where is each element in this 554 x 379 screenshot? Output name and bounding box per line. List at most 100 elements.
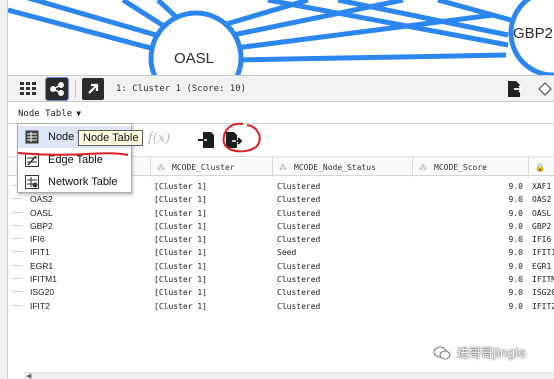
- table-panel-title: Node Table: [18, 109, 73, 119]
- cell-score[interactable]: 9.0: [413, 286, 523, 299]
- table-row[interactable]: EGR1 [Cluster 1] Clustered 9.0 EGR1: [8, 260, 554, 273]
- cell-name[interactable]: IFIT2: [30, 300, 150, 313]
- red-underline-annotation: [17, 152, 129, 156]
- cell-cluster[interactable]: [Cluster 1]: [154, 273, 272, 286]
- cell-cluster[interactable]: [Cluster 1]: [154, 207, 272, 220]
- row-handle: [12, 211, 22, 215]
- cell-score[interactable]: 9.0: [413, 220, 523, 233]
- menu-item-network-table[interactable]: Network Table: [18, 171, 131, 193]
- column-type-icon: ⁂: [157, 162, 165, 172]
- function-builder-button[interactable]: f(x): [148, 131, 170, 146]
- cell-shared-name[interactable]: XAF1: [532, 180, 554, 193]
- row-handle: [12, 291, 22, 294]
- edges: [8, 0, 531, 63]
- export-network-button[interactable]: [504, 78, 526, 100]
- row-handle: [12, 264, 22, 268]
- column-header-mcode-cluster[interactable]: ⁂ MCODE_Cluster: [150, 157, 272, 177]
- menu-item-label: Network Table: [48, 176, 118, 188]
- cell-score[interactable]: 9.0: [413, 193, 523, 206]
- cell-status[interactable]: Clustered: [277, 220, 409, 233]
- cell-status[interactable]: Clustered: [277, 300, 409, 313]
- cell-score[interactable]: 9.0: [413, 260, 523, 273]
- scroll-left-icon[interactable]: ◀: [26, 372, 31, 379]
- column-header-lock[interactable]: 🔒: [528, 157, 554, 177]
- expand-button[interactable]: [534, 78, 554, 100]
- table-row[interactable]: ISG20 [Cluster 1] Clustered 9.0 ISG20: [8, 286, 554, 299]
- cell-shared-name[interactable]: OASL: [532, 207, 554, 220]
- cell-score[interactable]: 9.0: [413, 273, 523, 286]
- cell-name[interactable]: OAS2: [30, 193, 150, 206]
- cell-score[interactable]: 9.0: [413, 246, 523, 259]
- cell-shared-name[interactable]: IFIT2: [532, 300, 554, 313]
- cell-score[interactable]: 9.0: [413, 233, 523, 246]
- row-handle: [12, 304, 22, 308]
- cell-shared-name[interactable]: GBP2: [532, 220, 554, 233]
- network-table-icon: [25, 175, 39, 189]
- cell-status[interactable]: Clustered: [277, 260, 409, 273]
- cell-name[interactable]: ISG20: [30, 286, 150, 299]
- cell-shared-name[interactable]: IFIT1: [532, 246, 554, 259]
- table-row[interactable]: IFIT1 [Cluster 1] Seed 9.0 IFIT1: [8, 246, 554, 259]
- gbp2-node-label[interactable]: GBP2: [513, 25, 553, 42]
- cell-cluster[interactable]: [Cluster 1]: [154, 233, 272, 246]
- cell-status[interactable]: Clustered: [277, 180, 409, 193]
- cell-status[interactable]: Clustered: [277, 233, 409, 246]
- table-row[interactable]: IFITM1 [Cluster 1] Clustered 9.0 IFITM: [8, 273, 554, 286]
- cell-cluster[interactable]: [Cluster 1]: [154, 193, 272, 206]
- cell-status[interactable]: Clustered: [277, 207, 409, 220]
- node-table-icon: [25, 130, 39, 144]
- cell-shared-name[interactable]: EGR1: [532, 260, 554, 273]
- row-handle: [12, 198, 22, 201]
- table-row[interactable]: OAS2 [Cluster 1] Clustered 9.0 OAS2: [8, 193, 554, 206]
- cell-cluster[interactable]: [Cluster 1]: [154, 260, 272, 273]
- cell-status[interactable]: Seed: [277, 246, 409, 259]
- cell-status[interactable]: Clustered: [277, 286, 409, 299]
- row-handle: [12, 224, 22, 228]
- cell-name[interactable]: IFI6: [30, 233, 150, 246]
- table-panel-tab[interactable]: Node Table ▼: [18, 109, 81, 119]
- cell-status[interactable]: Clustered: [277, 273, 409, 286]
- network-canvas[interactable]: OASL GBP2: [8, 0, 554, 75]
- grid-view-button[interactable]: [17, 78, 39, 100]
- cell-cluster[interactable]: [Cluster 1]: [154, 246, 272, 259]
- table-row[interactable]: IFIT2 [Cluster 1] Clustered 9.0 IFIT2: [8, 300, 554, 313]
- left-border: [0, 0, 8, 379]
- cell-shared-name[interactable]: OAS2: [532, 193, 554, 206]
- cell-cluster[interactable]: [Cluster 1]: [154, 286, 272, 299]
- toolbar-divider: [75, 80, 76, 98]
- cell-name[interactable]: IFITM1: [30, 273, 150, 286]
- cell-name[interactable]: IFIT1: [30, 246, 150, 259]
- cell-cluster[interactable]: [Cluster 1]: [154, 300, 272, 313]
- arrow-up-right-icon: [88, 83, 99, 94]
- column-label: MCODE_Cluster: [172, 162, 235, 172]
- column-header-mcode-score[interactable]: ⁂ MCODE_Score: [412, 157, 528, 177]
- oasl-node-label[interactable]: OASL: [174, 50, 214, 67]
- import-table-button[interactable]: [195, 129, 217, 151]
- cell-shared-name[interactable]: ISG20: [532, 286, 554, 299]
- cell-name[interactable]: EGR1: [30, 260, 150, 273]
- cell-shared-name[interactable]: IFI6: [532, 233, 554, 246]
- export-file-icon: [508, 81, 523, 97]
- table-row[interactable]: IFI6 [Cluster 1] Clustered 9.0 IFI6: [8, 233, 554, 246]
- cell-score[interactable]: 9.0: [413, 207, 523, 220]
- cell-shared-name[interactable]: IFITM: [532, 273, 554, 286]
- table-row[interactable]: GBP2 [Cluster 1] Clustered 9.0 GBP2: [8, 220, 554, 233]
- red-circle-annotation: [222, 122, 261, 153]
- cell-score[interactable]: 9.0: [413, 180, 523, 193]
- cell-name[interactable]: OASL: [30, 207, 150, 220]
- cell-cluster[interactable]: [Cluster 1]: [154, 180, 272, 193]
- network-view-button[interactable]: [45, 77, 69, 101]
- cluster-status-text: 1: Cluster 1 (Score: 10): [116, 84, 247, 94]
- column-header-mcode-node-status[interactable]: ⁂ MCODE_Node_Status: [272, 157, 412, 177]
- table-row[interactable]: OASL [Cluster 1] Clustered 9.0 OASL: [8, 207, 554, 220]
- watermark: 进哥哥Jingle: [433, 344, 526, 361]
- chevron-down-icon: ▼: [76, 109, 82, 118]
- open-external-button[interactable]: [82, 78, 104, 100]
- cell-name[interactable]: GBP2: [30, 220, 150, 233]
- cell-score[interactable]: 9.0: [413, 300, 523, 313]
- cell-status[interactable]: Clustered: [277, 193, 409, 206]
- cell-cluster[interactable]: [Cluster 1]: [154, 220, 272, 233]
- table-body: [Cluster 1] Clustered 9.0 XAF1 OAS2 [Clu…: [8, 180, 554, 313]
- horizontal-scrollbar[interactable]: ◀: [24, 372, 554, 379]
- network-graph: [8, 0, 554, 75]
